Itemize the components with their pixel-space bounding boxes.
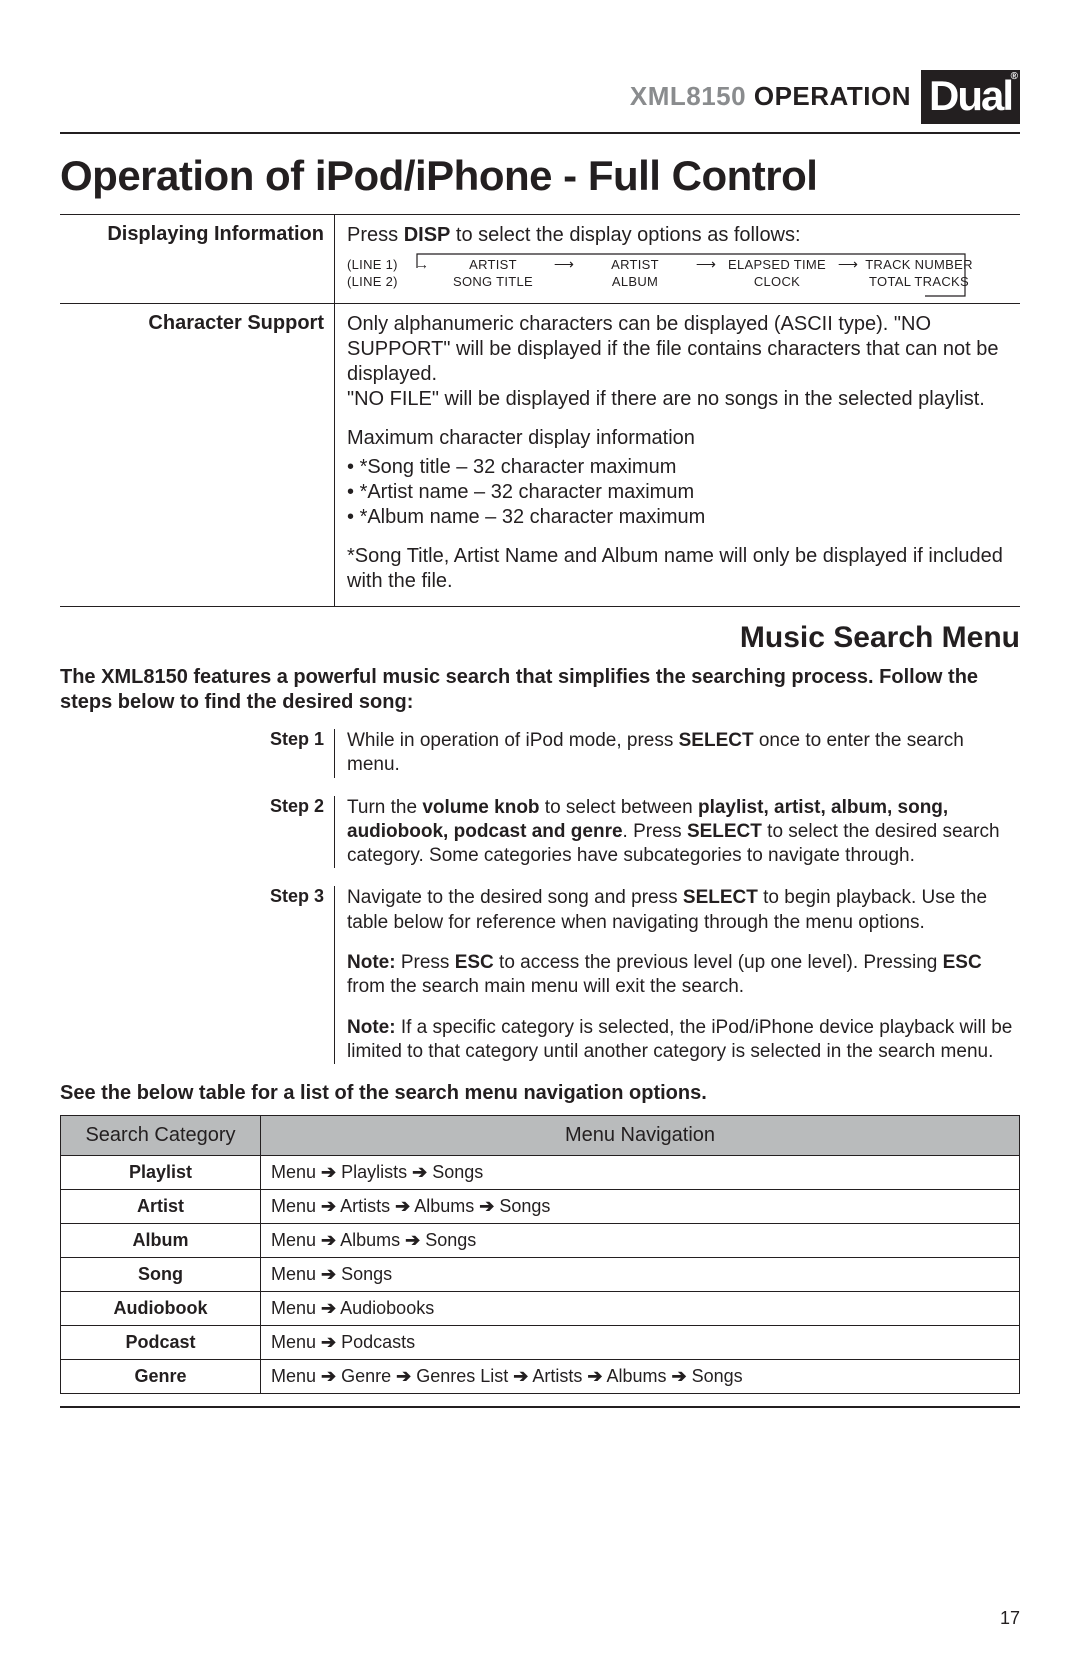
- displaying-information-block: Displaying Information Press DISP to sel…: [60, 215, 1020, 303]
- max-heading: Maximum character display information: [347, 426, 1020, 451]
- disp-intro-post: to select the display options as follows…: [450, 224, 800, 246]
- music-search-heading: Music Search Menu: [60, 621, 1020, 655]
- arrow-icon: ⟶: [835, 256, 861, 274]
- table-intro: See the below table for a list of the se…: [60, 1082, 1020, 1105]
- table-header-row: Search Category Menu Navigation: [61, 1116, 1020, 1156]
- char-para-1: Only alphanumeric characters can be disp…: [347, 312, 1020, 412]
- bullet-item: *Album name – 32 character maximum: [347, 505, 1020, 530]
- table-row: GenreMenu ➔ Genre ➔ Genres List ➔ Artist…: [61, 1360, 1020, 1394]
- arrow-icon: ⟶: [693, 256, 719, 274]
- step-row: Step 3Navigate to the desired song and p…: [60, 886, 1020, 1064]
- step-text: Turn the volume knob to select between p…: [347, 796, 1020, 869]
- step-row: Step 2Turn the volume knob to select bet…: [60, 796, 1020, 869]
- step-body: While in operation of iPod mode, press S…: [335, 729, 1020, 778]
- diagram-cell: ELAPSED TIME: [723, 257, 831, 273]
- category-cell: Album: [61, 1224, 261, 1258]
- model-number: XML8150: [630, 81, 746, 111]
- header-operation: OPERATION: [754, 81, 911, 111]
- steps-list: Step 1While in operation of iPod mode, p…: [60, 729, 1020, 1064]
- display-options-diagram: (LINE 1)→ARTIST⟶ARTIST⟶ELAPSED TIME⟶TRAC…: [347, 256, 1020, 291]
- page-header: XML8150 OPERATION Dual®: [60, 70, 1020, 124]
- table-row: SongMenu ➔ Songs: [61, 1258, 1020, 1292]
- page-number: 17: [1000, 1608, 1020, 1629]
- arrow-icon: ⟶: [551, 256, 577, 274]
- step-body: Navigate to the desired song and press S…: [335, 886, 1020, 1064]
- bullet-item: *Artist name – 32 character maximum: [347, 480, 1020, 505]
- character-support-block: Character Support Only alphanumeric char…: [60, 303, 1020, 606]
- navigation-cell: Menu ➔ Playlists ➔ Songs: [261, 1156, 1020, 1190]
- char-bullets: *Song title – 32 character maximum*Artis…: [347, 455, 1020, 530]
- page-title: Operation of iPod/iPhone - Full Control: [60, 152, 1020, 200]
- bullet-item: *Song title – 32 character maximum: [347, 455, 1020, 480]
- diagram-cell: ARTIST: [439, 257, 547, 273]
- navigation-cell: Menu ➔ Podcasts: [261, 1326, 1020, 1360]
- music-search-intro: The XML8150 features a powerful music se…: [60, 665, 1020, 715]
- category-cell: Podcast: [61, 1326, 261, 1360]
- displaying-information-label: Displaying Information: [60, 215, 335, 303]
- step-text: Navigate to the desired song and press S…: [347, 886, 1020, 935]
- char-max-info: Maximum character display information *S…: [347, 426, 1020, 530]
- character-support-body: Only alphanumeric characters can be disp…: [335, 304, 1020, 606]
- step-row: Step 1While in operation of iPod mode, p…: [60, 729, 1020, 778]
- arrow-icon: →: [409, 256, 435, 274]
- step-note: Note: If a specific category is selected…: [347, 1016, 1020, 1065]
- footer-rule: [60, 1406, 1020, 1408]
- navigation-cell: Menu ➔ Audiobooks: [261, 1292, 1020, 1326]
- line1-label: (LINE 1): [347, 257, 405, 273]
- category-cell: Playlist: [61, 1156, 261, 1190]
- category-cell: Genre: [61, 1360, 261, 1394]
- navigation-cell: Menu ➔ Albums ➔ Songs: [261, 1224, 1020, 1258]
- registered-mark: ®: [1011, 72, 1018, 82]
- th-navigation: Menu Navigation: [261, 1116, 1020, 1156]
- disp-key: DISP: [404, 224, 451, 246]
- category-cell: Audiobook: [61, 1292, 261, 1326]
- diagram-cell: ARTIST: [581, 257, 689, 273]
- diagram-cell: SONG TITLE: [439, 274, 547, 290]
- step-note: Note: Press ESC to access the previous l…: [347, 951, 1020, 1000]
- brand-logo: Dual®: [921, 70, 1020, 124]
- navigation-cell: Menu ➔ Artists ➔ Albums ➔ Songs: [261, 1190, 1020, 1224]
- diagram-cell: CLOCK: [723, 274, 831, 290]
- line2-label: (LINE 2): [347, 274, 405, 290]
- step-label: Step 1: [60, 729, 335, 778]
- header-rule: [60, 132, 1020, 134]
- step-body: Turn the volume knob to select between p…: [335, 796, 1020, 869]
- info-section: Displaying Information Press DISP to sel…: [60, 214, 1020, 607]
- category-cell: Song: [61, 1258, 261, 1292]
- diagram-cell: ALBUM: [581, 274, 689, 290]
- table-row: PlaylistMenu ➔ Playlists ➔ Songs: [61, 1156, 1020, 1190]
- header-text: XML8150 OPERATION: [630, 81, 911, 112]
- category-cell: Artist: [61, 1190, 261, 1224]
- navigation-cell: Menu ➔ Songs: [261, 1258, 1020, 1292]
- table-row: AudiobookMenu ➔ Audiobooks: [61, 1292, 1020, 1326]
- character-support-label: Character Support: [60, 304, 335, 606]
- table-row: ArtistMenu ➔ Artists ➔ Albums ➔ Songs: [61, 1190, 1020, 1224]
- displaying-information-body: Press DISP to select the display options…: [335, 215, 1020, 303]
- logo-text: Dual: [929, 72, 1012, 119]
- diagram-cell: TRACK NUMBER: [865, 257, 973, 273]
- step-text: While in operation of iPod mode, press S…: [347, 729, 1020, 778]
- step-label: Step 3: [60, 886, 335, 1064]
- th-category: Search Category: [61, 1116, 261, 1156]
- navigation-table: Search Category Menu Navigation Playlist…: [60, 1115, 1020, 1394]
- disp-intro-pre: Press: [347, 224, 404, 246]
- step-label: Step 2: [60, 796, 335, 869]
- table-row: AlbumMenu ➔ Albums ➔ Songs: [61, 1224, 1020, 1258]
- char-footnote: *Song Title, Artist Name and Album name …: [347, 544, 1020, 594]
- table-row: PodcastMenu ➔ Podcasts: [61, 1326, 1020, 1360]
- diagram-cell: TOTAL TRACKS: [865, 274, 973, 290]
- navigation-cell: Menu ➔ Genre ➔ Genres List ➔ Artists ➔ A…: [261, 1360, 1020, 1394]
